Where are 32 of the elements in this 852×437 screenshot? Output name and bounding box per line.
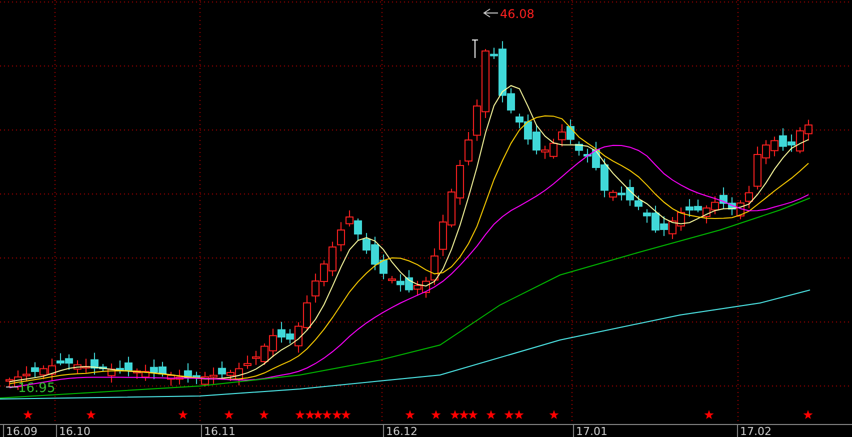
date-label: 17.02: [740, 425, 772, 437]
star-icon: [305, 410, 315, 419]
star-icon: [431, 410, 441, 419]
star-icon: [549, 410, 559, 419]
star-icon: [486, 410, 496, 419]
star-icon: [224, 410, 234, 419]
star-icon: [504, 410, 514, 419]
star-icon: [803, 410, 813, 419]
star-icon: [450, 410, 460, 419]
star-icon: [332, 410, 342, 419]
star-icon: [295, 410, 305, 419]
star-icon: [178, 410, 188, 419]
star-icon: [313, 410, 323, 419]
star-icon: [259, 410, 269, 419]
date-label: 16.12: [386, 425, 418, 437]
star-icon: [322, 410, 332, 419]
date-label: 16.10: [59, 425, 90, 437]
star-icon: [341, 410, 351, 419]
star-icon: [704, 410, 714, 419]
star-icon: [86, 410, 96, 419]
date-label: 16.11: [204, 425, 236, 437]
star-icon: [514, 410, 524, 419]
star-icon: [459, 410, 469, 419]
price-label: 46.08: [500, 7, 534, 21]
arrow-icon: [483, 8, 498, 18]
star-icon: [23, 410, 33, 419]
star-icon: [468, 410, 478, 419]
marker-icon: [472, 40, 478, 58]
date-label: 17.01: [576, 425, 608, 437]
star-icon: [405, 410, 415, 419]
price-label: 16.95: [18, 381, 56, 396]
date-label: 16.09: [6, 425, 38, 437]
